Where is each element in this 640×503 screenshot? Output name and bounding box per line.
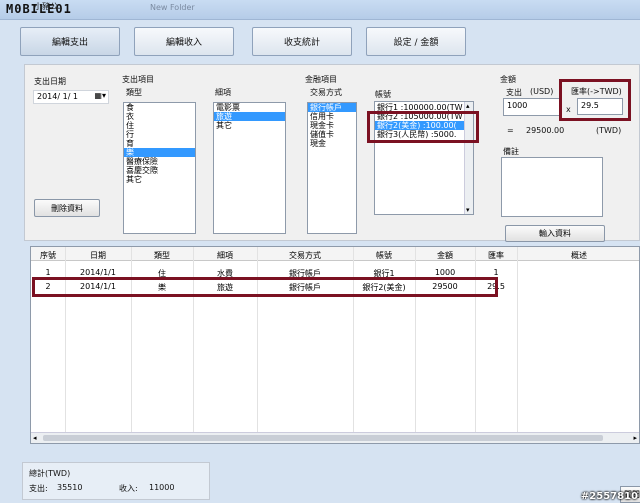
delete-button[interactable]: 刪除資料: [34, 199, 100, 217]
note-label: 備註: [503, 147, 519, 156]
type-label: 類型: [126, 88, 142, 97]
scroll-left-icon[interactable]: ◂: [33, 434, 37, 442]
column-header[interactable]: 日期: [65, 250, 131, 261]
total-expense-value: 35510: [57, 483, 83, 492]
date-value: 2014/ 1/ 1: [37, 92, 79, 101]
total-income-value: 11000: [149, 483, 175, 492]
row-highlight-box: [32, 277, 498, 297]
table-cell: 1: [45, 268, 51, 277]
table-cell: 2014/1/1: [80, 268, 116, 277]
stats-button[interactable]: 收支統計: [252, 27, 352, 56]
scroll-up-icon[interactable]: ▴: [466, 102, 470, 110]
method-list[interactable]: 銀行帳戶 信用卡 現金卡 儲值卡 現金: [307, 102, 357, 234]
finance-item-label: 金融項目: [305, 75, 337, 84]
table-header: 序號 日期 類型 細項 交易方式 帳號 金額 匯率 概述: [31, 247, 639, 261]
amount-label: 金額: [500, 75, 516, 84]
scroll-down-icon[interactable]: ▾: [466, 206, 470, 214]
detail-list-item[interactable]: 其它: [214, 121, 285, 130]
expense-label: 支出: [506, 88, 522, 97]
column-header[interactable]: 概述: [517, 250, 640, 261]
method-label: 交易方式: [310, 88, 342, 97]
scroll-right-icon[interactable]: ▸: [633, 434, 637, 442]
expense-item-label: 支出項目: [122, 75, 154, 84]
rate-highlight-box: [559, 79, 631, 121]
note-textarea[interactable]: [501, 157, 603, 217]
records-table[interactable]: 序號 日期 類型 細項 交易方式 帳號 金額 匯率 概述 1 2014/1/1 住水費 銀行帳戶 銀行1…: [30, 246, 640, 444]
column-header[interactable]: 匯率: [475, 250, 517, 261]
detail-list-item[interactable]: 旅遊: [214, 112, 285, 121]
total-income-label: 收入:: [119, 484, 138, 493]
type-list-item[interactable]: 食: [124, 103, 195, 112]
column-header[interactable]: 序號: [31, 250, 65, 261]
table-cell: 1000: [434, 268, 456, 277]
type-list-item[interactable]: 育: [124, 139, 195, 148]
detail-list-item[interactable]: 電影票: [214, 103, 285, 112]
detail-label: 細項: [215, 88, 231, 97]
method-list-item[interactable]: 儲值卡: [308, 130, 356, 139]
window-title: New Folder: [150, 3, 195, 12]
scroll-thumb[interactable]: [43, 435, 603, 441]
table-horizontal-scrollbar[interactable]: ◂ ▸: [31, 432, 639, 443]
main-toolbar: 編輯支出 編輯收入 收支統計 設定 / 金額: [0, 20, 640, 64]
total-expense-label: 支出:: [29, 484, 48, 493]
watermark: #2557810: [580, 491, 638, 502]
type-list-item[interactable]: 其它: [124, 175, 195, 184]
column-header[interactable]: 類型: [131, 250, 193, 261]
type-list-item[interactable]: 醫療保險: [124, 157, 195, 166]
type-list-item[interactable]: 衣: [124, 112, 195, 121]
totals-panel: 總計(TWD) 支出: 35510 收入: 11000: [22, 462, 210, 500]
account-highlight-box: [367, 111, 479, 143]
method-list-item[interactable]: 現金卡: [308, 121, 356, 130]
date-picker[interactable]: 2014/ 1/ 1 ▦▾: [33, 90, 109, 104]
converted-unit: (TWD): [596, 126, 622, 135]
type-list[interactable]: 食衣住行育樂醫療保險 喜慶交際 其它: [123, 102, 196, 234]
detail-list[interactable]: 電影票 旅遊 其它: [213, 102, 286, 234]
app-name: 小豬公: [34, 2, 58, 11]
method-list-item[interactable]: 現金: [308, 139, 356, 148]
totals-title: 總計(TWD): [29, 469, 71, 478]
type-list-item[interactable]: 住: [124, 121, 195, 130]
edit-income-button[interactable]: 編輯收入: [134, 27, 234, 56]
account-label: 帳號: [375, 90, 391, 99]
entry-panel: 支出日期 2014/ 1/ 1 ▦▾ 刪除資料 支出項目 類型 食衣住行育樂醫療…: [24, 64, 640, 242]
column-header[interactable]: 帳號: [353, 250, 415, 261]
submit-button[interactable]: 輸入資料: [505, 225, 605, 242]
type-list-item[interactable]: 行: [124, 130, 195, 139]
column-header[interactable]: 細項: [193, 250, 257, 261]
converted-amount: 29500.00: [526, 126, 565, 135]
date-label: 支出日期: [34, 77, 66, 86]
type-list-item[interactable]: 喜慶交際: [124, 166, 195, 175]
settings-button[interactable]: 設定 / 金額: [366, 27, 466, 56]
expense-amount-input[interactable]: 1000: [503, 98, 562, 116]
title-bar: M0BILE01 小豬公 New Folder: [0, 0, 640, 20]
edit-expense-button[interactable]: 編輯支出: [20, 27, 120, 56]
column-header[interactable]: 金額: [415, 250, 475, 261]
column-header[interactable]: 交易方式: [257, 250, 353, 261]
table-cell: 1: [493, 268, 499, 277]
type-list-item[interactable]: 樂: [124, 148, 195, 157]
calendar-icon[interactable]: ▦▾: [94, 91, 106, 100]
equals-sign: =: [507, 126, 514, 135]
method-list-item[interactable]: 銀行帳戶: [308, 103, 356, 112]
expense-unit: (USD): [530, 87, 554, 96]
method-list-item[interactable]: 信用卡: [308, 112, 356, 121]
